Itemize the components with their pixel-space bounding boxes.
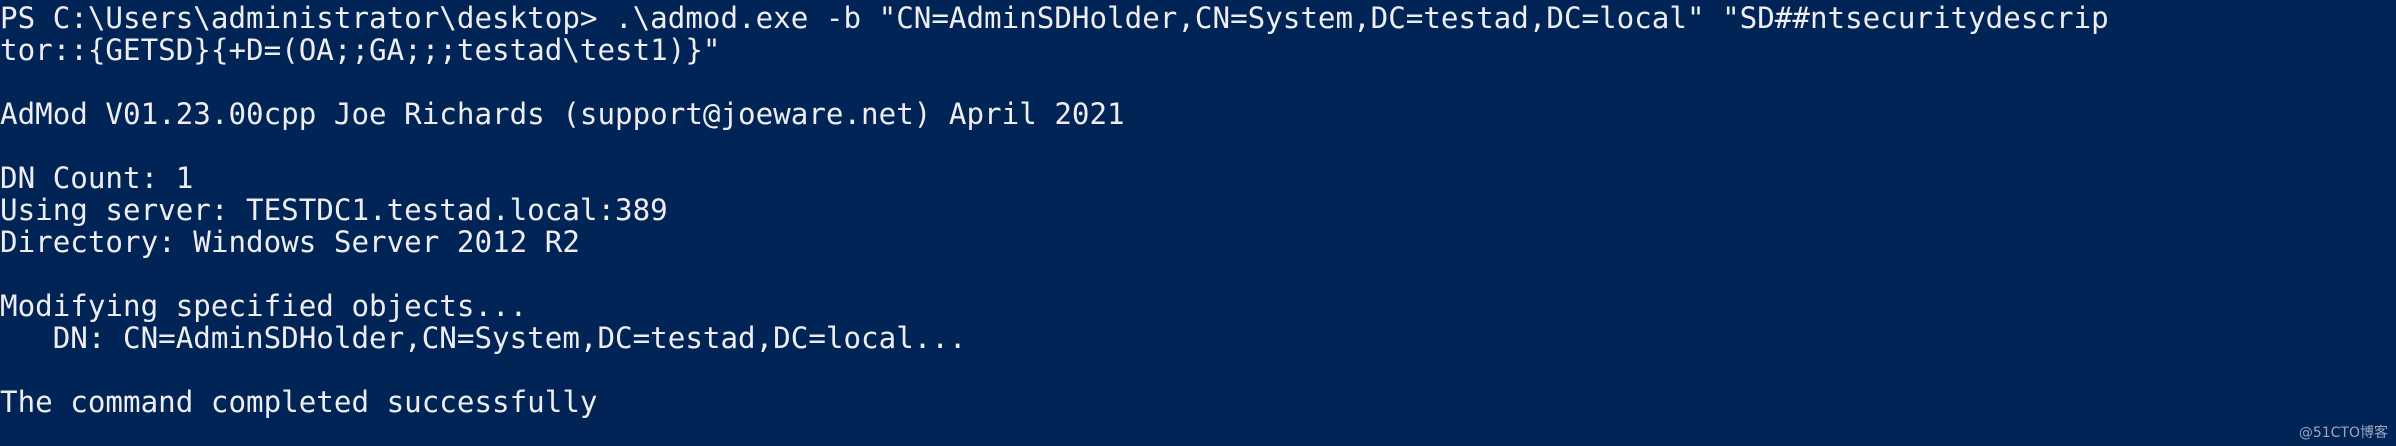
watermark: @51CTO博客 (2298, 425, 2388, 441)
modifying-line: Modifying specified objects... (0, 289, 528, 323)
dn-modified-line: DN: CN=AdminSDHolder,CN=System,DC=testad… (0, 321, 967, 355)
dn-count-line: DN Count: 1 (0, 161, 194, 195)
command-line-2: tor::{GETSD}{+D=(OA;;GA;;;testad\test1)}… (0, 33, 721, 67)
completion-message: The command completed successfully (0, 385, 598, 419)
server-line: Using server: TESTDC1.testad.local:389 (0, 193, 668, 227)
command-line-1: PS C:\Users\administrator\desktop> .\adm… (0, 1, 2109, 35)
directory-line: Directory: Windows Server 2012 R2 (0, 225, 580, 259)
version-banner: AdMod V01.23.00cpp Joe Richards (support… (0, 97, 1125, 131)
powershell-console[interactable]: PS C:\Users\administrator\desktop> .\adm… (0, 0, 2396, 446)
